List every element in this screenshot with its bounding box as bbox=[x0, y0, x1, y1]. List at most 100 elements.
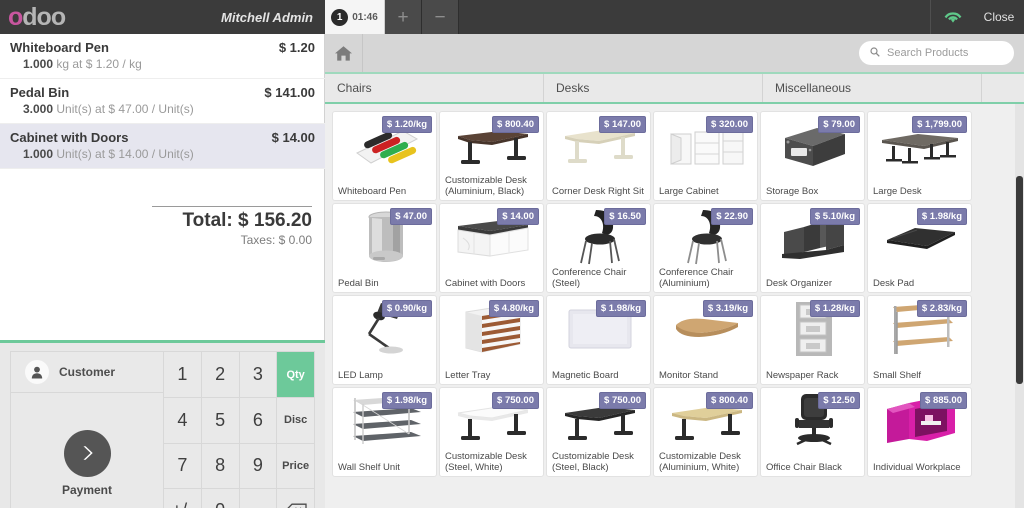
product-name: Customizable Desk (Steel, White) bbox=[445, 451, 527, 473]
scrollbar-thumb[interactable] bbox=[1016, 176, 1023, 384]
numpad-key-6[interactable]: 6 bbox=[238, 397, 277, 443]
product-price-badge: $ 3.19/kg bbox=[702, 300, 753, 317]
product-card[interactable]: $ 4.80/kg Letter Tray bbox=[439, 295, 544, 385]
product-name: Pedal Bin bbox=[338, 278, 379, 289]
product-card[interactable]: $ 1.98/kg Wall Shelf Unit bbox=[332, 387, 437, 477]
numpad-mode-price[interactable]: Price bbox=[276, 442, 314, 488]
order-line-detail: 1.000 kg at $ 1.20 / kg bbox=[10, 57, 315, 71]
product-card[interactable]: $ 750.00 Customizable Desk (Steel, Black… bbox=[546, 387, 651, 477]
pad-wrapper: Customer Payment 1 2 3 Qty 4 5 6 Disc 7 … bbox=[10, 351, 315, 508]
order-line[interactable]: Whiteboard Pen $ 1.20 1.000 kg at $ 1.20… bbox=[0, 34, 325, 79]
product-name: Large Desk bbox=[873, 186, 922, 197]
close-button[interactable]: Close bbox=[974, 0, 1024, 34]
order-line-qty: 3.000 bbox=[23, 102, 54, 116]
product-card[interactable]: $ 750.00 Customizable Desk (Steel, White… bbox=[439, 387, 544, 477]
brand-zone: odoo Mitchell Admin bbox=[0, 0, 325, 34]
backspace-icon[interactable] bbox=[276, 487, 314, 508]
product-name: Customizable Desk (Steel, Black) bbox=[552, 451, 634, 473]
order-tab-1[interactable]: 1 01:46 bbox=[325, 0, 385, 34]
product-card[interactable]: $ 320.00 Large Cabinet bbox=[653, 111, 758, 201]
product-card[interactable]: $ 885.00 Individual Workplace bbox=[867, 387, 972, 477]
product-card[interactable]: $ 79.00 Storage Box bbox=[760, 111, 865, 201]
numpad-key-8[interactable]: 8 bbox=[200, 442, 239, 488]
set-customer-button[interactable]: Customer bbox=[11, 352, 163, 393]
numpad-key-7[interactable]: 7 bbox=[163, 442, 201, 488]
order-line-name: Pedal Bin bbox=[10, 85, 70, 100]
product-price-badge: $ 0.90/kg bbox=[381, 300, 432, 317]
product-price-badge: $ 750.00 bbox=[492, 392, 539, 409]
category-tab-miscellaneous[interactable]: Miscellaneous bbox=[763, 74, 982, 102]
product-card[interactable]: $ 47.00 Pedal Bin bbox=[332, 203, 437, 293]
product-card[interactable]: $ 2.83/kg Small Shelf bbox=[867, 295, 972, 385]
numpad-key-plusminus[interactable]: +/- bbox=[163, 487, 201, 508]
product-name: Conference Chair (Aluminium) bbox=[659, 267, 734, 289]
topbar-right: Close bbox=[930, 0, 1024, 34]
order-line[interactable]: Pedal Bin $ 141.00 3.000 Unit(s) at $ 47… bbox=[0, 79, 325, 124]
numpad-key-3[interactable]: 3 bbox=[238, 352, 277, 398]
product-card[interactable]: $ 3.19/kg Monitor Stand bbox=[653, 295, 758, 385]
numpad-key-5[interactable]: 5 bbox=[200, 397, 239, 443]
product-card[interactable]: $ 14.00 Cabinet with Doors bbox=[439, 203, 544, 293]
order-line-detail: 3.000 Unit(s) at $ 47.00 / Unit(s) bbox=[10, 102, 315, 116]
order-total: Total: $ 156.20 bbox=[182, 210, 312, 231]
payment-button[interactable]: Payment bbox=[11, 393, 163, 508]
numpad-key-1[interactable]: 1 bbox=[163, 352, 201, 398]
product-card[interactable]: $ 1.28/kg Newspaper Rack bbox=[760, 295, 865, 385]
product-card[interactable]: $ 800.40 Customizable Desk (Aluminium, W… bbox=[653, 387, 758, 477]
product-name: Desk Pad bbox=[873, 278, 915, 289]
product-grid-inner: $ 1.20/kg Whiteboard Pen $ 800.40 Custom… bbox=[332, 111, 992, 477]
product-name: Large Cabinet bbox=[659, 186, 719, 197]
numpad-mode-disc[interactable]: Disc bbox=[276, 397, 314, 443]
product-name: Desk Organizer bbox=[766, 278, 832, 289]
product-price-badge: $ 1.20/kg bbox=[381, 116, 432, 133]
order-line-price: $ 14.00 bbox=[271, 130, 315, 145]
product-card[interactable]: $ 1.20/kg Whiteboard Pen bbox=[332, 111, 437, 201]
product-name: Monitor Stand bbox=[659, 370, 719, 381]
product-card[interactable]: $ 1.98/kg Magnetic Board bbox=[546, 295, 651, 385]
product-card[interactable]: $ 1,799.00 Large Desk bbox=[867, 111, 972, 201]
product-price-badge: $ 885.00 bbox=[920, 392, 967, 409]
product-price-badge: $ 800.40 bbox=[492, 116, 539, 133]
product-card[interactable]: $ 16.50 Conference Chair (Steel) bbox=[546, 203, 651, 293]
search-icon bbox=[870, 44, 880, 62]
product-price-badge: $ 16.50 bbox=[604, 208, 646, 225]
order-line-selected[interactable]: Cabinet with Doors $ 14.00 1.000 Unit(s)… bbox=[0, 124, 325, 169]
numpad-mode-qty[interactable]: Qty bbox=[276, 352, 314, 398]
user-icon bbox=[25, 360, 49, 384]
add-order-button[interactable]: + bbox=[385, 0, 422, 34]
order-lines-list: Whiteboard Pen $ 1.20 1.000 kg at $ 1.20… bbox=[0, 34, 325, 169]
product-grid-scrollbar[interactable] bbox=[1015, 104, 1024, 508]
search-input[interactable]: Search Products bbox=[859, 41, 1014, 65]
product-card[interactable]: $ 22.90 Conference Chair (Aluminium) bbox=[653, 203, 758, 293]
user-name[interactable]: Mitchell Admin bbox=[221, 0, 313, 34]
order-line-name: Whiteboard Pen bbox=[10, 40, 109, 55]
product-price-badge: $ 800.40 bbox=[706, 392, 753, 409]
numpad-key-0[interactable]: 0 bbox=[200, 487, 239, 508]
numpad-key-decimal[interactable]: . bbox=[238, 487, 277, 508]
product-card[interactable]: $ 800.40 Customizable Desk (Aluminium, B… bbox=[439, 111, 544, 201]
category-tab-desks[interactable]: Desks bbox=[544, 74, 763, 102]
product-name: Customizable Desk (Aluminium, White) bbox=[659, 451, 741, 473]
product-name: Office Chair Black bbox=[766, 462, 842, 473]
order-tab-timer: 01:46 bbox=[352, 11, 378, 23]
product-card[interactable]: $ 12.50 Office Chair Black bbox=[760, 387, 865, 477]
order-tabs: 1 01:46 + − bbox=[325, 0, 459, 34]
numpad-key-4[interactable]: 4 bbox=[163, 397, 201, 443]
wifi-icon[interactable] bbox=[930, 0, 974, 34]
home-icon[interactable] bbox=[325, 34, 363, 72]
product-card[interactable]: $ 1.98/kg Desk Pad bbox=[867, 203, 972, 293]
odoo-logo-icon[interactable]: odoo bbox=[8, 4, 66, 30]
category-tab-chairs[interactable]: Chairs bbox=[325, 74, 544, 102]
numpad-key-2[interactable]: 2 bbox=[200, 352, 239, 398]
product-card[interactable]: $ 0.90/kg LED Lamp bbox=[332, 295, 437, 385]
product-name: Conference Chair (Steel) bbox=[552, 267, 627, 289]
product-card[interactable]: $ 147.00 Corner Desk Right Sit bbox=[546, 111, 651, 201]
product-card[interactable]: $ 5.10/kg Desk Organizer bbox=[760, 203, 865, 293]
numpad-key-9[interactable]: 9 bbox=[238, 442, 277, 488]
product-name: Individual Workplace bbox=[873, 462, 961, 473]
numpad: 1 2 3 Qty 4 5 6 Disc 7 8 9 Price +/- 0 . bbox=[163, 352, 314, 508]
order-taxes: Taxes: $ 0.00 bbox=[240, 233, 312, 247]
remove-order-button[interactable]: − bbox=[422, 0, 459, 34]
